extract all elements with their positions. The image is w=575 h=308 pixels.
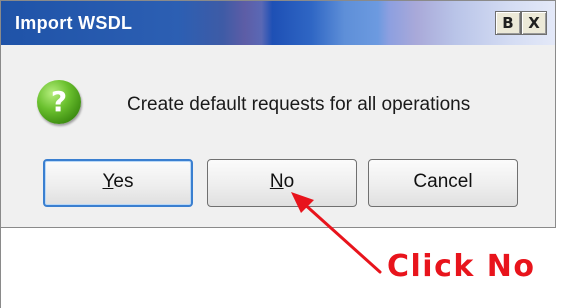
close-icon: X <box>528 14 540 32</box>
restore-icon: B <box>502 14 514 32</box>
dialog-message: Create default requests for all operatio… <box>127 94 471 115</box>
window-frame-edge <box>0 228 1 308</box>
import-wsdl-dialog: Import WSDL B X ? Create default request… <box>0 0 556 228</box>
question-icon: ? <box>37 80 81 124</box>
restore-button[interactable]: B <box>495 11 521 35</box>
close-button[interactable]: X <box>521 11 547 35</box>
yes-button-label: es <box>113 171 134 192</box>
no-button[interactable]: No <box>207 159 357 207</box>
window-title: Import WSDL <box>15 13 133 33</box>
yes-button[interactable]: Yes <box>43 159 193 207</box>
no-button-mnemonic: N <box>269 171 284 192</box>
title-bar[interactable]: Import WSDL B X <box>1 1 555 45</box>
annotation-click-no: Click No <box>387 249 536 284</box>
yes-button-mnemonic: Y <box>102 171 114 192</box>
no-button-label: o <box>283 171 295 192</box>
cancel-button[interactable]: Cancel <box>368 159 518 207</box>
